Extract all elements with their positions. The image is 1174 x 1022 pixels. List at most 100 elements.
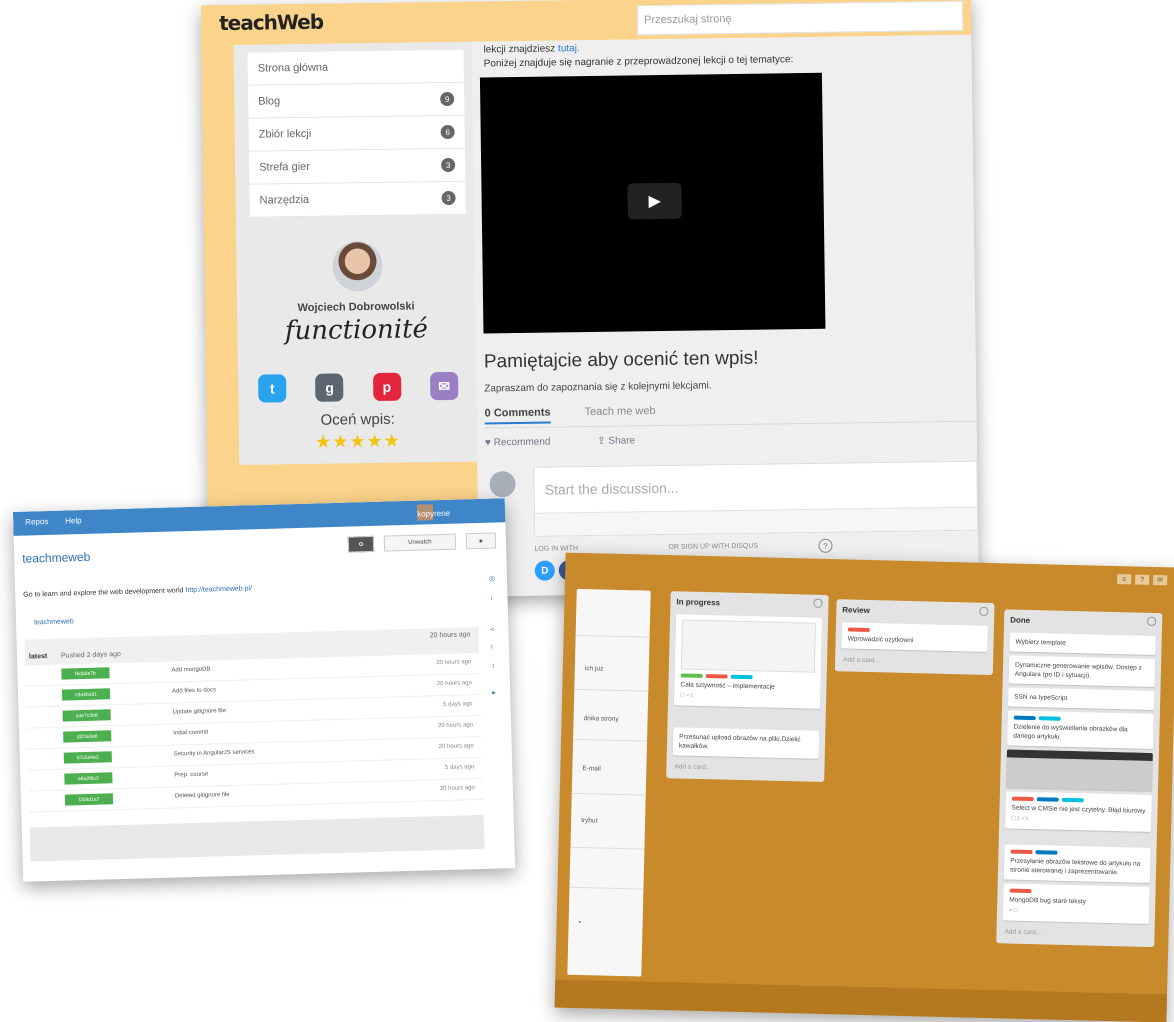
commenter-avatar <box>489 471 516 498</box>
comment-composer[interactable]: Start the discussion... <box>533 460 979 537</box>
list-card[interactable]: Wprowadzić użytkowni <box>841 622 988 652</box>
rating-stars[interactable]: ★★★★★ <box>239 430 477 454</box>
pull-request-icon[interactable]: ↕ <box>491 662 499 670</box>
author-name: Wojciech Dobrowolski <box>297 300 415 315</box>
list-card[interactable]: MongoDB bug stare teksty ≡ ☐ <box>1002 883 1150 924</box>
list-review: Review Wprowadzić użytkowni Add a card..… <box>834 599 995 676</box>
list-menu-icon[interactable] <box>979 606 989 616</box>
post-title: Pamiętajcie aby ocenić ten wpis! <box>483 347 759 373</box>
watch-label: Unwatch <box>408 539 432 546</box>
list-card[interactable]: SSN na typeScript <box>1008 687 1155 711</box>
divider <box>575 634 650 638</box>
sign-up-label: OR SIGN UP WITH DISQUS <box>668 542 759 551</box>
card-labels <box>1009 888 1143 896</box>
commit-hash[interactable]: b7c5d4e2 <box>63 751 112 764</box>
issues-icon[interactable]: ! <box>491 644 499 652</box>
commit-hash[interactable]: d2f1e9a6 <box>63 730 112 743</box>
menu-item-blog[interactable]: Blog 9 <box>248 82 465 119</box>
help-icon[interactable]: ? <box>1135 574 1150 585</box>
menu-item-label: Zbiór lekcji <box>258 127 312 141</box>
lesson-link[interactable]: tutaj. <box>558 43 580 54</box>
repo-subnav-link[interactable]: teachmeweb <box>34 618 74 626</box>
label-chip <box>705 674 728 679</box>
nav-link-help[interactable]: Help <box>65 516 82 525</box>
list-title-text: In progress <box>676 597 721 608</box>
search-input[interactable]: Przeszukaj stronę <box>636 0 964 36</box>
graph-icon[interactable]: ▸ <box>492 688 500 697</box>
commits-table: latest Pushed 2 days ago 20 hours ago f6… <box>24 626 484 813</box>
star-button[interactable]: ★ <box>465 532 497 550</box>
clone-icon[interactable]: ◎ <box>489 574 497 583</box>
list-card[interactable]: Cała sztywność – implementacje ☐ ✓1 <box>673 614 823 709</box>
list-menu-icon[interactable] <box>1147 616 1157 627</box>
user-menu[interactable]: kopyrene <box>416 501 497 521</box>
help-icon[interactable]: ? <box>818 538 833 553</box>
card-labels <box>1010 849 1144 857</box>
share-button[interactable]: ⇪ Share <box>597 435 657 447</box>
twitter-icon[interactable]: t <box>258 374 287 403</box>
username: kopyrene <box>417 508 451 519</box>
list-title: Done <box>1004 609 1162 632</box>
invite-text: Zapraszam do zapoznania się z kolejnymi … <box>484 380 712 395</box>
list-card[interactable]: Dzielenie do wyświetlenia obrazków dla d… <box>1007 710 1154 750</box>
share-label: Share <box>608 435 636 447</box>
menu-item-home[interactable]: Strona główna <box>247 49 464 86</box>
composer-toolbar <box>535 506 978 536</box>
list-menu-icon[interactable] <box>813 598 823 608</box>
code-icon[interactable]: < <box>490 626 498 634</box>
board-header-icons: ≡ ? ✉ <box>1113 574 1168 586</box>
list-card[interactable]: Wybierz template <box>1009 632 1156 656</box>
menu-icon[interactable]: ≡ <box>1117 574 1132 585</box>
recommend-button[interactable]: ♥ Recommend <box>485 436 573 449</box>
pinterest-icon[interactable]: p <box>372 372 402 402</box>
card-badges: ≡ ☐ <box>1008 907 1018 914</box>
notifications-icon[interactable]: ✉ <box>1153 574 1168 586</box>
commit-message: Deleted gitignore file <box>174 792 230 800</box>
repo-title[interactable]: teachmeweb <box>22 550 90 566</box>
post-lead: lekcji znajdziesz tutaj. Poniżej znajduj… <box>483 39 793 71</box>
commit-age: 20 hours ago <box>439 785 475 793</box>
label-chip <box>1036 797 1059 802</box>
tab-comments[interactable]: 0 Comments <box>484 406 551 425</box>
mail-icon[interactable]: ✉ <box>430 371 459 401</box>
google-plus-icon[interactable]: g <box>315 373 344 402</box>
list-card[interactable]: Przesyłanie obrazów tekstowe do artykułu… <box>1003 844 1151 883</box>
commit-hash[interactable]: c9a4b2d1 <box>61 688 111 701</box>
add-card-button[interactable]: Add a card... <box>996 924 1154 947</box>
site-logo[interactable]: teachWeb <box>219 10 323 35</box>
list-card[interactable]: Select w CMSie nie jest czytelny. Błąd b… <box>1005 791 1152 832</box>
latest-label: latest <box>28 653 48 661</box>
lead-text: lekcji znajdziesz <box>483 43 556 56</box>
commit-message: Security in AngularJS services <box>173 749 255 758</box>
tab-site[interactable]: Teach me web <box>585 405 656 418</box>
repo-settings-button[interactable]: ⚙ <box>347 535 375 553</box>
video-player[interactable]: ▶ <box>479 72 826 334</box>
disqus-login-icon[interactable]: D <box>534 560 555 581</box>
field-label: ich już <box>584 665 604 673</box>
commit-hash[interactable]: f3b9d1a7 <box>64 793 114 806</box>
commit-hash[interactable]: e8a2f6c3 <box>64 772 113 785</box>
label-chip <box>1010 849 1033 855</box>
commit-hash[interactable]: f6da0e7b <box>61 667 110 680</box>
add-card-button[interactable]: Add a card... <box>666 759 824 782</box>
menu-item-lessons[interactable]: Zbiór lekcji 6 <box>248 115 465 152</box>
sidebar: Strona główna Blog 9 Zbiór lekcji 6 Stre… <box>233 41 478 465</box>
play-icon[interactable]: ▶ <box>627 182 682 220</box>
card-title: Przesyłanie obrazów tekstowe do artykułu… <box>1009 857 1141 877</box>
field-label: dnika strony <box>583 715 619 723</box>
watch-button[interactable]: Unwatch <box>383 533 457 552</box>
add-card-button[interactable]: Add a card... <box>835 652 993 675</box>
list-card[interactable]: Dynamiczne generowanie wpisów. Dostęp z … <box>1008 655 1156 688</box>
commit-age: 5 days ago <box>443 701 473 709</box>
commit-hash[interactable]: a4e7c3b8 <box>62 709 111 722</box>
menu-item-tools[interactable]: Narzędzia 3 <box>249 181 466 218</box>
card-title: SSN na typeScript <box>1014 693 1068 702</box>
nav-link-repos[interactable]: Repos <box>25 517 48 527</box>
card-badges: ☐ ✓1 <box>680 692 694 699</box>
download-icon[interactable]: ↓ <box>489 594 497 602</box>
list-card[interactable]: Przesunąć upload obrazów na pliki.Dzieli… <box>672 727 820 759</box>
rate-label: Oceń wpis: <box>320 410 395 429</box>
menu-item-games[interactable]: Strefa gier 3 <box>248 148 466 185</box>
description-link[interactable]: http://teachmeweb.pl/ <box>185 585 252 594</box>
label-chip <box>847 627 870 633</box>
